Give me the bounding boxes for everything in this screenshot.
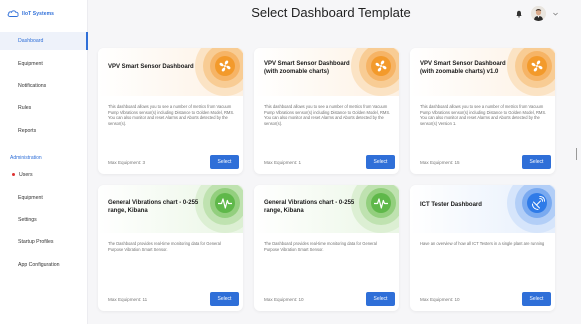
sidebar-item-dashboard[interactable]: Dashboard	[0, 32, 88, 50]
card-title: ICT Tester Dashboard	[420, 202, 482, 208]
dot-icon	[12, 172, 15, 176]
sidebar-item-settings[interactable]: Settings	[0, 211, 88, 229]
sidebar-section-administration: Administration	[10, 155, 42, 161]
select-button[interactable]: Select	[210, 155, 239, 169]
card-description: This dashboard allows you to see a numbe…	[264, 104, 391, 126]
template-card[interactable]: VPV Smart Sensor Dashboard (with zoomabl…	[254, 48, 399, 174]
card-title: General Vibrations chart - 0-255 range, …	[264, 200, 355, 214]
card-description: This dashboard allows you to see a numbe…	[108, 104, 235, 126]
scrollbar-handle[interactable]	[576, 148, 577, 160]
brand-name: IIoT Systems	[22, 10, 55, 17]
template-card[interactable]: VPV Smart Sensor Dashboard This dashboar…	[98, 48, 243, 174]
brand-logo[interactable]: IIoT Systems	[7, 9, 54, 18]
chevron-down-icon[interactable]	[553, 12, 558, 16]
card-title: VPV Smart Sensor Dashboard	[108, 64, 194, 70]
fan-icon	[351, 48, 399, 96]
fan-icon	[507, 48, 555, 96]
card-title: VPV Smart Sensor Dashboard (with zoomabl…	[264, 61, 350, 75]
card-title: VPV Smart Sensor Dashboard (with zoomabl…	[420, 61, 506, 75]
template-card[interactable]: General Vibrations chart - 0-255 range, …	[254, 185, 399, 311]
sidebar-item-startup-profiles[interactable]: Startup Profiles	[0, 233, 88, 251]
sidebar-item-users[interactable]: Users	[0, 166, 88, 184]
card-description: This dashboard allows you to see a numbe…	[420, 104, 547, 126]
card-description: The Dashboard provides real-time monitor…	[108, 241, 221, 252]
card-max-equipment: Max Equipment: 10	[264, 297, 304, 302]
select-button[interactable]: Select	[366, 155, 395, 169]
sidebar-item-notifications[interactable]: Notifications	[0, 77, 88, 95]
avatar[interactable]	[531, 6, 546, 21]
app-root: IIoT Systems Dashboard Equipment Notific…	[0, 0, 581, 324]
select-button[interactable]: Select	[366, 292, 395, 306]
fan-icon	[195, 48, 243, 96]
satellite-icon	[507, 185, 555, 233]
template-card[interactable]: General Vibrations chart - 0-255 range, …	[98, 185, 243, 311]
sidebar: IIoT Systems Dashboard Equipment Notific…	[0, 0, 88, 324]
select-button[interactable]: Select	[210, 292, 239, 306]
card-max-equipment: Max Equipment: 3	[108, 160, 146, 165]
select-button[interactable]: Select	[522, 292, 551, 306]
card-max-equipment: Max Equipment: 11	[108, 297, 148, 302]
sidebar-item-label: Users	[19, 172, 33, 178]
select-button[interactable]: Select	[522, 155, 551, 169]
bell-icon[interactable]	[515, 10, 523, 18]
card-max-equipment: Max Equipment: 10	[420, 297, 460, 302]
sidebar-item-app-configuration[interactable]: App Configuration	[0, 256, 88, 274]
pulse-icon	[195, 185, 243, 233]
card-description: Have an overview of how all ICT Testers …	[420, 241, 545, 246]
card-description: The Dashboard provides real-time monitor…	[264, 241, 377, 252]
user-avatar-icon	[531, 6, 546, 21]
cloud-icon	[7, 10, 19, 17]
card-max-equipment: Max Equipment: 1	[264, 160, 302, 165]
card-title: General Vibrations chart - 0-255 range, …	[108, 200, 199, 214]
pulse-icon	[351, 185, 399, 233]
sidebar-item-rules[interactable]: Rules	[0, 99, 88, 117]
sidebar-item-equipment[interactable]: Equipment	[0, 55, 88, 73]
sidebar-item-admin-equipment[interactable]: Equipment	[0, 189, 88, 207]
card-max-equipment: Max Equipment: 15	[420, 160, 460, 165]
template-card[interactable]: VPV Smart Sensor Dashboard (with zoomabl…	[410, 48, 555, 174]
sidebar-item-reports[interactable]: Reports	[0, 122, 88, 140]
page-title: Select Dashboard Template	[251, 5, 411, 20]
template-card[interactable]: ICT Tester Dashboard Have an overview of…	[410, 185, 555, 311]
